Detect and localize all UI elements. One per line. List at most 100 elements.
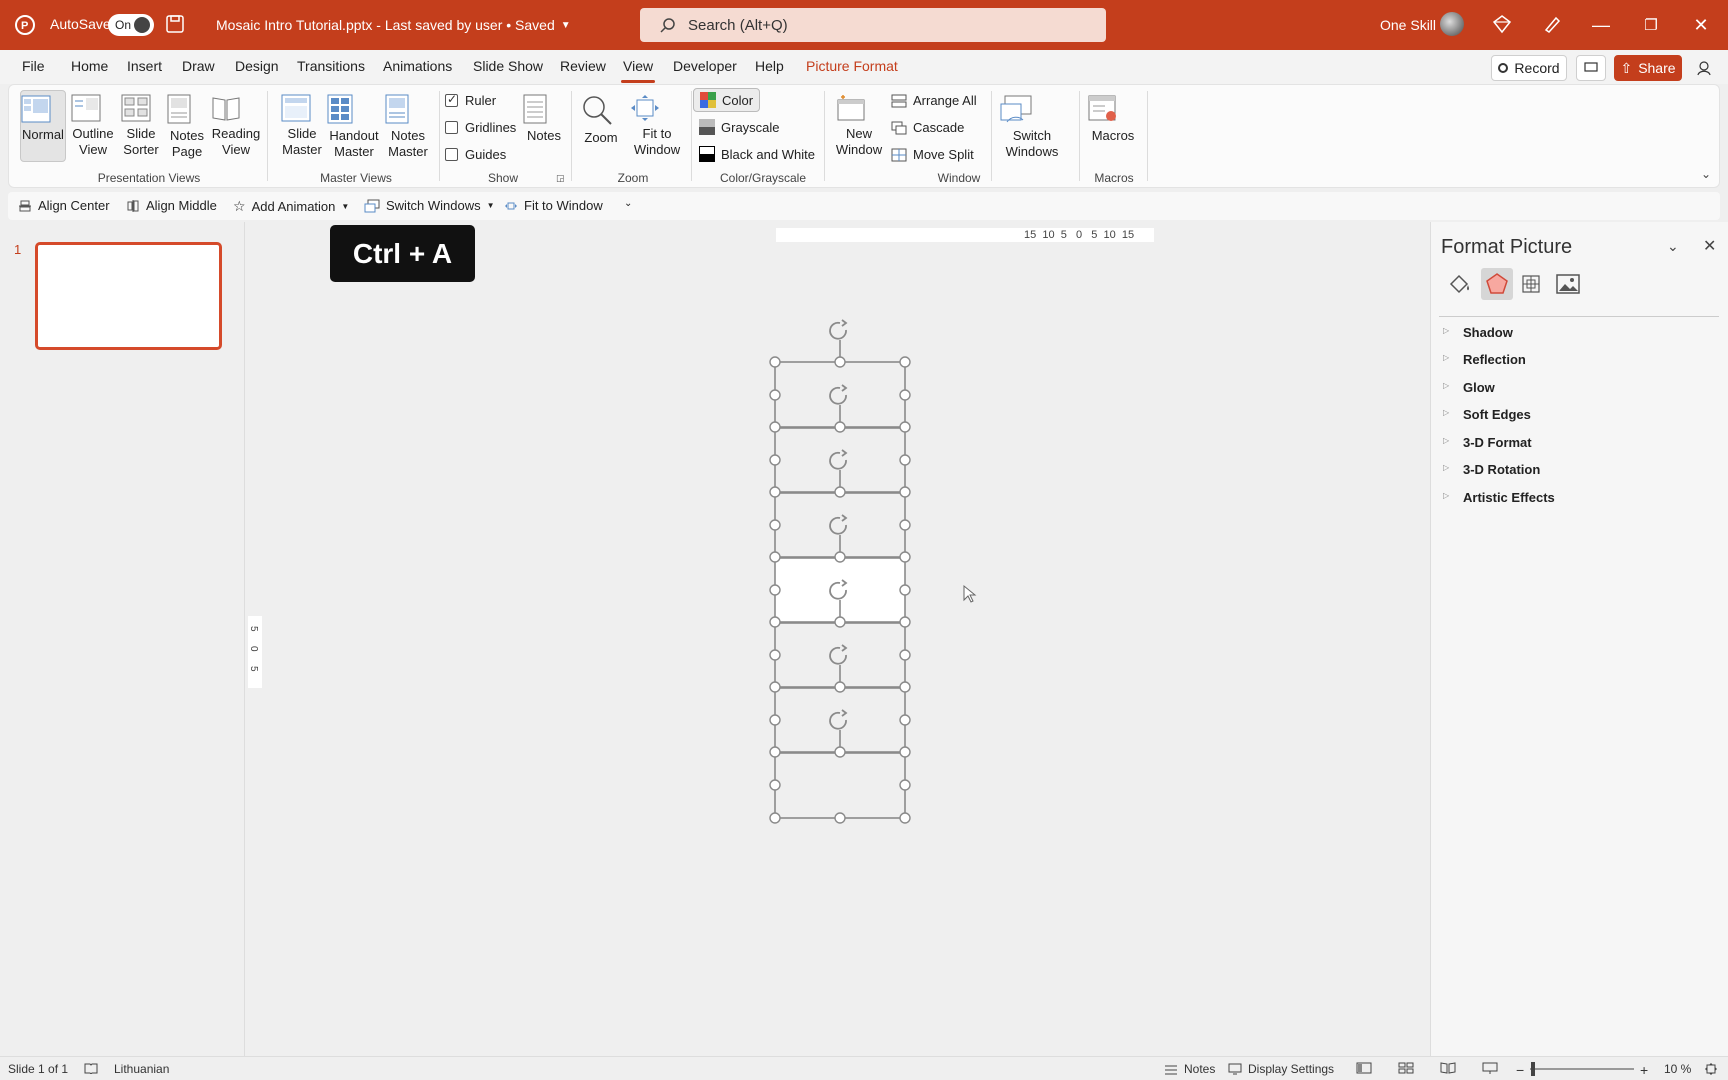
- tab-help[interactable]: Help: [755, 58, 784, 74]
- qat-fit-to-window-button[interactable]: Fit to Window: [504, 198, 603, 213]
- notes-page-button[interactable]: Notes Page: [167, 94, 207, 160]
- align-center-label: Align Center: [38, 198, 110, 213]
- minimize-icon[interactable]: —: [1586, 10, 1616, 40]
- slide-sorter-status-icon[interactable]: [1398, 1062, 1414, 1074]
- spelling-icon[interactable]: [84, 1062, 98, 1074]
- slide-number: 1: [14, 242, 22, 257]
- diamond-icon[interactable]: [1492, 14, 1512, 34]
- language[interactable]: Lithuanian: [114, 1062, 169, 1076]
- tab-transitions[interactable]: Transitions: [297, 58, 365, 74]
- slideshow-status-icon[interactable]: [1482, 1062, 1498, 1074]
- selected-pictures[interactable]: [246, 222, 1428, 1056]
- align-center-button[interactable]: Align Center: [18, 198, 110, 213]
- tab-developer[interactable]: Developer: [673, 58, 737, 74]
- dialog-launcher-icon[interactable]: ◲: [556, 173, 565, 184]
- pen-icon[interactable]: [1542, 14, 1562, 34]
- autosave-toggle[interactable]: On: [108, 14, 154, 36]
- align-center-icon: [19, 200, 31, 211]
- user-name[interactable]: One Skill: [1380, 17, 1436, 33]
- pane-options-icon[interactable]: ⌄: [1667, 238, 1679, 255]
- close-icon[interactable]: ✕: [1686, 10, 1716, 40]
- black-and-white-button[interactable]: Black and White: [699, 146, 815, 162]
- slide-master-button[interactable]: Slide Master: [281, 94, 323, 158]
- macros-button[interactable]: Macros: [1087, 94, 1139, 144]
- ruler-checkbox[interactable]: Ruler: [445, 92, 496, 108]
- tab-insert[interactable]: Insert: [127, 58, 162, 74]
- zoom-level[interactable]: 10 %: [1664, 1062, 1691, 1076]
- handout-master-button[interactable]: Handout Master: [327, 94, 381, 160]
- zoom-in-icon[interactable]: +: [1640, 1062, 1648, 1078]
- picture-tab-icon[interactable]: [1555, 272, 1581, 296]
- section-soft-edges[interactable]: Soft Edges: [1443, 407, 1531, 422]
- save-icon[interactable]: [165, 14, 185, 34]
- fit-slide-icon[interactable]: [1704, 1062, 1718, 1076]
- reading-view-status-icon[interactable]: [1440, 1062, 1456, 1074]
- coauthor-icon[interactable]: [1692, 55, 1716, 81]
- slide-sorter-button[interactable]: Slide Sorter: [121, 94, 161, 158]
- comments-button[interactable]: [1576, 55, 1606, 81]
- move-split-button[interactable]: Move Split: [891, 147, 974, 162]
- section-glow[interactable]: Glow: [1443, 380, 1495, 395]
- notes-toggle-button[interactable]: Notes: [1164, 1062, 1215, 1076]
- slide-thumbnail[interactable]: [35, 242, 222, 350]
- tab-view[interactable]: View: [620, 58, 656, 83]
- powerpoint-logo-icon: P: [14, 14, 36, 36]
- guides-checkbox[interactable]: Guides: [445, 147, 506, 162]
- tab-draw[interactable]: Draw: [182, 58, 215, 74]
- macros-group-label: Macros: [1094, 171, 1134, 185]
- align-middle-icon: [127, 199, 139, 212]
- zoom-out-icon[interactable]: −: [1516, 1062, 1524, 1078]
- record-button[interactable]: Record: [1491, 55, 1567, 81]
- tab-design[interactable]: Design: [235, 58, 279, 74]
- document-title[interactable]: Mosaic Intro Tutorial.pptx - Last saved …: [216, 17, 571, 33]
- close-pane-icon[interactable]: ✕: [1703, 236, 1716, 256]
- zoom-slider-thumb[interactable]: [1531, 1062, 1535, 1076]
- tab-review[interactable]: Review: [560, 58, 606, 74]
- size-properties-tab-icon[interactable]: [1519, 272, 1543, 296]
- tab-animations[interactable]: Animations: [383, 58, 452, 74]
- pane-title: Format Picture: [1441, 236, 1573, 258]
- title-bar: P AutoSave On Mosaic Intro Tutorial.pptx…: [0, 0, 1728, 50]
- section-artistic-effects[interactable]: Artistic Effects: [1443, 490, 1555, 505]
- avatar[interactable]: [1440, 12, 1464, 36]
- reading-view-button[interactable]: Reading View: [211, 94, 261, 158]
- outline-view-button[interactable]: Outline View: [71, 94, 115, 158]
- normal-view-button[interactable]: Normal: [20, 90, 66, 162]
- tab-home[interactable]: Home: [71, 58, 108, 74]
- new-window-button[interactable]: New Window: [835, 94, 883, 158]
- cascade-button[interactable]: Cascade: [891, 120, 964, 135]
- notes-master-button[interactable]: Notes Master: [385, 94, 431, 160]
- display-settings-button[interactable]: Display Settings: [1228, 1062, 1334, 1076]
- section-reflection[interactable]: Reflection: [1443, 352, 1526, 367]
- collapse-ribbon-icon[interactable]: ⌄: [1701, 167, 1711, 181]
- move-split-icon: [891, 148, 907, 161]
- share-button[interactable]: ⇧ Share: [1614, 55, 1682, 81]
- tab-picture-format[interactable]: Picture Format: [806, 58, 898, 74]
- search-input[interactable]: Search (Alt+Q): [640, 8, 1106, 42]
- restore-icon[interactable]: ❐: [1636, 10, 1666, 40]
- effects-tab-icon[interactable]: [1481, 268, 1513, 300]
- customize-toolbar-icon[interactable]: ⌄: [624, 198, 632, 209]
- qat-switch-windows-button[interactable]: Switch Windows ▼: [364, 198, 495, 213]
- slide-canvas[interactable]: Ctrl + A 15 10 5 0 5 10 15 505: [246, 222, 1428, 1056]
- add-animation-button[interactable]: ☆ Add Animation ▼: [233, 198, 349, 215]
- zoom-button[interactable]: Zoom: [581, 94, 621, 146]
- section-shadow[interactable]: Shadow: [1443, 325, 1513, 340]
- section-3d-rotation[interactable]: 3-D Rotation: [1443, 462, 1540, 477]
- rotate-handle-icon[interactable]: [829, 319, 848, 730]
- fit-to-window-button[interactable]: Fit to Window: [629, 94, 685, 158]
- gridlines-label: Gridlines: [465, 120, 517, 135]
- normal-view-status-icon[interactable]: [1356, 1062, 1372, 1074]
- color-button[interactable]: Color: [693, 88, 761, 112]
- tab-file[interactable]: File: [22, 58, 45, 74]
- switch-windows-button[interactable]: Switch Windows: [999, 94, 1065, 160]
- zoom-slider[interactable]: [1530, 1062, 1634, 1076]
- arrange-all-button[interactable]: Arrange All: [891, 93, 977, 108]
- fill-line-tab-icon[interactable]: [1447, 272, 1471, 296]
- align-middle-button[interactable]: Align Middle: [126, 198, 217, 213]
- grayscale-button[interactable]: Grayscale: [699, 119, 780, 135]
- section-3d-format[interactable]: 3-D Format: [1443, 435, 1532, 450]
- tab-slide-show[interactable]: Slide Show: [473, 58, 543, 74]
- notes-button[interactable]: Notes: [523, 94, 565, 144]
- gridlines-checkbox[interactable]: Gridlines: [445, 120, 516, 135]
